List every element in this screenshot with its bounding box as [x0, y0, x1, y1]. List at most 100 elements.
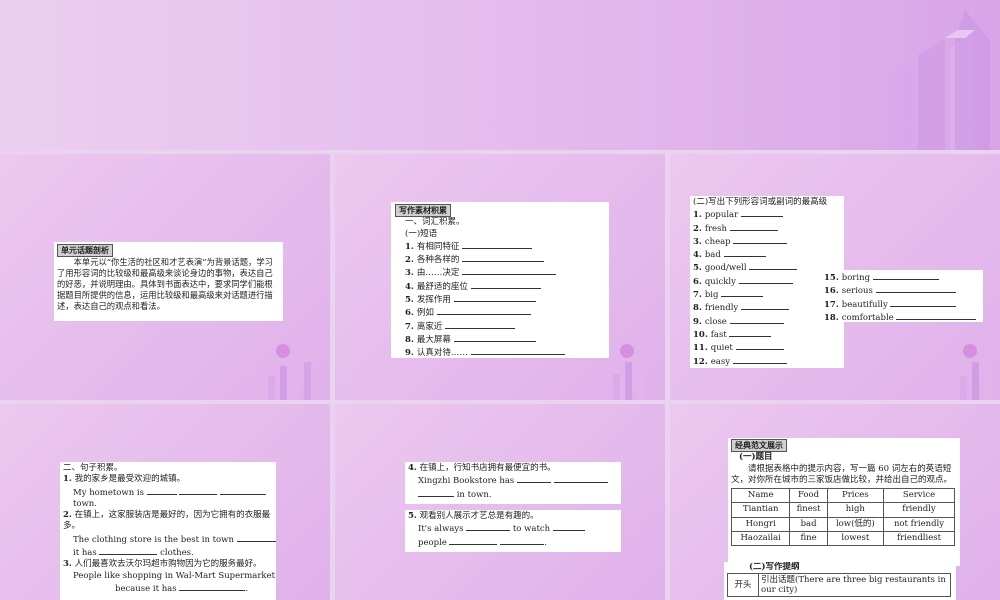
- answer-blank[interactable]: [723, 248, 766, 258]
- slide-model-essay: 经典范文展示 (一)题目 请根据表格中的提示内容，写一篇 60 词左右的英语短文…: [670, 404, 1000, 600]
- list-item: 12. easy: [693, 355, 841, 368]
- list-item: 17. beautifully: [824, 298, 980, 311]
- decorative-buildings: [890, 10, 990, 150]
- superlative-list-left: 1. popular 2. fresh 3. cheap 4. bad 5. g…: [693, 208, 841, 368]
- table-cell: fine: [789, 531, 828, 547]
- table-cell: low(低的): [826, 516, 885, 533]
- list-item: 2. fresh: [693, 222, 841, 235]
- answer-blank[interactable]: [732, 355, 787, 364]
- answer-blank[interactable]: [740, 301, 789, 311]
- sentence-2-cn: 2. 在镇上，这家服装店是最好的，因为它拥有的衣服最多。: [63, 510, 271, 532]
- sentence-5-cn: 5. 观看别人展示才艺总是有趣的。: [408, 511, 539, 521]
- answer-blank[interactable]: [729, 328, 772, 337]
- model-essay-heading: 经典范文展示: [731, 439, 787, 452]
- deco-bar: [984, 352, 991, 400]
- topic-card: 单元话题剖析 本单元以“你生活的社区和才艺表演”为背景话题，学习了用形容词的比较…: [54, 242, 283, 321]
- answer-blank[interactable]: [733, 235, 788, 244]
- answer-blank[interactable]: [462, 266, 557, 276]
- answer-blank[interactable]: [462, 240, 533, 249]
- deco-bar: [625, 362, 632, 400]
- answer-blank[interactable]: [146, 486, 177, 495]
- table-cell: Haozailai: [730, 531, 791, 547]
- answer-blank[interactable]: [729, 315, 784, 324]
- answer-blank[interactable]: [896, 311, 977, 320]
- outline-label: 开头: [727, 573, 759, 598]
- answer-blank[interactable]: [740, 208, 783, 218]
- list-item: 7. 离家近: [405, 320, 605, 333]
- table-header-cell: Food: [789, 488, 828, 504]
- deco-bar: [972, 362, 979, 400]
- outline-subheading: (二)写作提纲: [749, 562, 800, 572]
- sentence-5-en-cont: people .: [418, 536, 547, 548]
- answer-blank[interactable]: [449, 536, 498, 545]
- list-item: 16. serious: [824, 284, 980, 297]
- list-item: 10. fast: [693, 328, 841, 341]
- answer-blank[interactable]: [220, 486, 267, 495]
- sentence-2-en-cont: it has clothes.: [73, 546, 194, 559]
- sentence-4-en: Xingzhi Bookstore has: [408, 474, 618, 487]
- sentence-card-5: 5. 观看别人展示才艺总是有趣的。 It's always to watch p…: [405, 510, 621, 552]
- answer-blank[interactable]: [749, 261, 798, 271]
- deco-circle: [620, 344, 634, 358]
- answer-blank[interactable]: [875, 284, 956, 294]
- list-item: 18. comfortable: [824, 311, 980, 322]
- list-item: 2. 各种各样的: [405, 253, 605, 266]
- answer-blank[interactable]: [729, 222, 778, 231]
- answer-blank[interactable]: [721, 288, 764, 298]
- list-item: 8. friendly: [693, 301, 841, 314]
- answer-blank[interactable]: [466, 522, 511, 532]
- table-row: Haozailai fine lowest friendliest: [730, 531, 955, 547]
- table-cell: friendly: [883, 502, 955, 518]
- list-item: 6. 例如: [405, 306, 605, 319]
- deco-bar: [304, 362, 311, 400]
- table-cell: Tiantian: [730, 502, 791, 518]
- slide-topic-analysis: 单元话题剖析 本单元以“你生活的社区和才艺表演”为背景话题，学习了用形容词的比较…: [0, 154, 330, 400]
- table-cell: finest: [789, 502, 828, 518]
- answer-blank[interactable]: [517, 474, 551, 484]
- table-cell: not friendly: [883, 516, 955, 533]
- answer-blank[interactable]: [418, 488, 454, 497]
- sentence-5-en: It's always to watch: [408, 522, 618, 535]
- sentence-4-en-cont: in town.: [408, 488, 618, 501]
- list-item: 4. 最舒适的座位: [405, 280, 605, 293]
- answer-blank[interactable]: [436, 306, 531, 316]
- table-cell: friendliest: [883, 531, 955, 547]
- answer-blank[interactable]: [553, 474, 608, 484]
- answer-blank[interactable]: [453, 333, 536, 342]
- list-item: 4. bad: [693, 248, 841, 261]
- answer-blank[interactable]: [236, 533, 276, 542]
- sentences-heading: 二、句子积累。: [63, 463, 123, 473]
- answer-blank[interactable]: [872, 271, 939, 280]
- list-item: 6. quickly: [693, 275, 841, 288]
- answer-blank[interactable]: [179, 582, 246, 591]
- restaurant-table: Name Food Prices Service Tiantian finest high…: [730, 488, 955, 547]
- deco-bar: [268, 376, 275, 400]
- vocab-subheading: 一、词汇积累。: [405, 217, 465, 228]
- answer-blank[interactable]: [738, 275, 793, 284]
- phrase-list: 1. 有相同特征 2. 各种各样的 3. 由……决定 4. 最舒适的座位 5. …: [395, 240, 605, 358]
- deco-bar: [960, 376, 967, 400]
- outline-row: 开头 引出话题(There are three big restaurants …: [727, 573, 951, 598]
- table-cell: lowest: [826, 531, 885, 547]
- answer-blank[interactable]: [890, 298, 957, 307]
- answer-blank[interactable]: [470, 346, 565, 356]
- answer-blank[interactable]: [552, 522, 585, 532]
- outline-text: 引出话题(There are three big restaurants in …: [758, 573, 951, 598]
- answer-blank[interactable]: [735, 341, 784, 351]
- material-heading: 写作素材积累: [395, 204, 451, 217]
- answer-blank[interactable]: [500, 536, 545, 545]
- answer-blank[interactable]: [179, 486, 218, 495]
- list-item: 11. quiet: [693, 341, 841, 354]
- answer-blank[interactable]: [453, 293, 536, 303]
- answer-blank[interactable]: [445, 320, 516, 329]
- topic-heading: 单元话题剖析: [57, 244, 113, 257]
- answer-blank[interactable]: [462, 253, 545, 263]
- answer-blank[interactable]: [99, 546, 158, 556]
- deco-circle: [963, 344, 977, 358]
- slide-writing-material: 写作素材积累 一、词汇积累。 (一)短语 1. 有相同特征 2. 各种各样的 3…: [335, 154, 665, 400]
- topic-paragraph: 本单元以“你生活的社区和才艺表演”为背景话题，学习了用形容词的比较级和最高级来谈…: [57, 257, 273, 312]
- slide-sentences-1: 二、句子积累。 1. 我的家乡是最受欢迎的城镇。 My hometown is …: [0, 404, 330, 600]
- answer-blank[interactable]: [470, 280, 541, 289]
- sentence-4-cn: 4. 在镇上，行知书店拥有最便宜的书。: [408, 463, 556, 473]
- list-item: 1. popular: [693, 208, 841, 221]
